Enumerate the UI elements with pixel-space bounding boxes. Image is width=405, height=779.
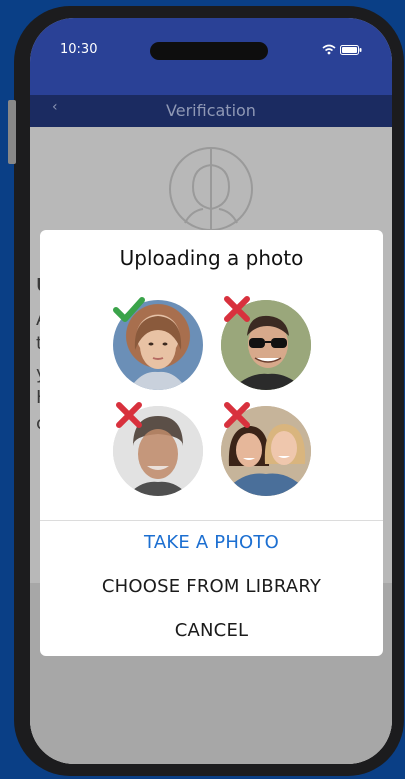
camera-notch: [150, 42, 268, 60]
upload-photo-dialog: Uploading a photo TAKE A PHOTO CHOOSE FR…: [40, 230, 383, 656]
wifi-icon: [322, 44, 336, 55]
face-outline-icon: [169, 147, 253, 231]
navigation-bar: ‹ Verification: [30, 95, 392, 127]
phone-screen: 10:30 ‹ Verification U A t: [30, 18, 392, 764]
choose-from-library-button[interactable]: CHOOSE FROM LIBRARY: [40, 576, 383, 597]
status-bar: 10:30: [30, 18, 392, 95]
status-time: 10:30: [60, 42, 98, 57]
dialog-divider: [40, 520, 383, 521]
checkmark-icon: [113, 297, 145, 322]
side-button: [8, 100, 16, 164]
take-photo-button[interactable]: TAKE A PHOTO: [40, 532, 383, 553]
cross-icon: [224, 296, 250, 322]
cross-icon: [116, 402, 142, 428]
battery-icon: [340, 45, 362, 55]
cancel-button[interactable]: CANCEL: [40, 620, 383, 641]
page-title: Verification: [166, 101, 256, 120]
dialog-title: Uploading a photo: [119, 246, 304, 270]
cross-icon: [224, 402, 250, 428]
